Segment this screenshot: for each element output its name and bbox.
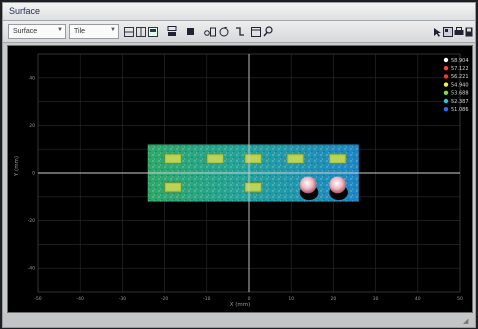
grid-icon[interactable] — [136, 25, 146, 38]
y-tick-label: 0 — [32, 171, 35, 177]
legend-label: 56.221 — [451, 74, 469, 80]
window-title: Surface — [9, 6, 41, 16]
color-legend: 58.904 57.122 56.221 54.940 53.688 52.387 51.0… — [443, 57, 469, 113]
legend-label: 57.122 — [451, 66, 469, 72]
pad-highlight — [246, 184, 261, 191]
frame-icon[interactable] — [251, 25, 261, 38]
y-tick-label: 40 — [29, 75, 35, 81]
surface-window: Surface Surface ▼ Tile ▼ -50 -40 -30 -20… — [2, 2, 476, 328]
legend-label: 54.940 — [451, 82, 469, 88]
surface-chart[interactable]: -50 -40 -30 -20 -10 0 10 20 30 40 5040200-20-40 X … — [8, 46, 472, 312]
legend-label: 53.688 — [451, 91, 469, 97]
x-tick-label: 30 — [373, 296, 379, 302]
y-tick-label: -20 — [28, 218, 35, 224]
y-tick-label: 20 — [29, 123, 35, 129]
pad-highlight — [208, 155, 223, 162]
x-tick-label: -40 — [77, 296, 84, 302]
zoom-icon[interactable] — [204, 25, 216, 38]
x-tick-label: 10 — [288, 296, 294, 302]
x-tick-label: 40 — [415, 296, 421, 302]
palette-icon[interactable] — [443, 25, 453, 38]
x-tick-label: -50 — [34, 296, 41, 302]
chevron-down-icon: ▼ — [57, 27, 63, 33]
status-bar: ◢ — [3, 313, 475, 327]
print-icon[interactable] — [454, 25, 464, 38]
chevron-down-icon: ▼ — [110, 27, 116, 33]
tilt-icon[interactable] — [235, 25, 245, 38]
toolbar: Surface ▼ Tile ▼ — [3, 21, 475, 43]
y-tick-label: -40 — [28, 266, 35, 272]
legend-swatch — [443, 90, 449, 95]
legend-label: 52.387 — [451, 99, 469, 105]
layout-icon[interactable] — [148, 25, 158, 38]
legend-swatch — [443, 74, 449, 79]
legend-swatch — [443, 82, 449, 87]
peak-feature — [299, 176, 317, 194]
view-select-value: Surface — [13, 28, 38, 35]
axis-lines — [38, 54, 460, 292]
x-tick-label: 20 — [331, 296, 337, 302]
pad-highlight — [166, 184, 180, 191]
legend-swatch — [443, 107, 449, 112]
x-tick-label: -10 — [203, 296, 210, 302]
save-icon[interactable] — [465, 25, 473, 38]
mode-select[interactable]: Tile ▼ — [69, 24, 119, 39]
legend-swatch — [443, 98, 449, 104]
pad-highlight — [330, 155, 345, 162]
mode-select-value: Tile — [74, 28, 86, 35]
x-tick-label: -20 — [161, 296, 168, 302]
x-tick-label: 50 — [457, 296, 463, 302]
pad-highlight — [246, 155, 261, 162]
rotate-icon[interactable] — [219, 25, 229, 38]
pad-highlight — [288, 155, 303, 162]
resize-grip-icon[interactable]: ◢ — [463, 317, 471, 325]
x-tick-label: -30 — [119, 296, 126, 302]
legend-swatch — [443, 66, 449, 71]
surface-plot-area[interactable]: -50 -40 -30 -20 -10 0 10 20 30 40 50 40 20 0 -20 -40 X … — [7, 45, 473, 313]
peak-feature — [329, 176, 347, 194]
pointer-icon[interactable] — [433, 25, 442, 38]
pad-highlight — [166, 155, 180, 162]
view-select[interactable]: Surface ▼ — [8, 24, 66, 39]
x-axis-label: X (mm) — [230, 302, 251, 308]
stack-icon[interactable] — [167, 25, 177, 38]
legend-label: 58.904 — [451, 58, 469, 64]
layers-icon[interactable] — [124, 25, 134, 38]
legend-label: 51.086 — [451, 107, 469, 113]
legend-swatch — [443, 57, 449, 63]
crop-icon[interactable] — [186, 25, 195, 38]
y-axis-label: Y (mm) — [14, 156, 20, 177]
search-icon[interactable] — [263, 25, 273, 38]
title-bar: Surface — [3, 3, 475, 21]
